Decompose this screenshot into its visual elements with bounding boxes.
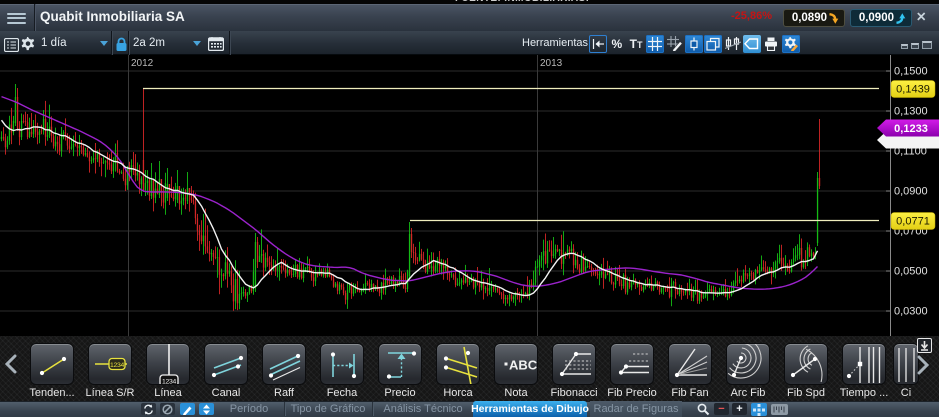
svg-text:ABC: ABC: [509, 358, 538, 373]
svg-text:1234: 1234: [162, 379, 176, 386]
svg-text:0,1439: 0,1439: [896, 84, 930, 96]
svg-text:0,1500: 0,1500: [894, 66, 928, 78]
svg-text:0,0771: 0,0771: [896, 216, 930, 228]
svg-text:1234: 1234: [110, 362, 124, 369]
svg-text:2012: 2012: [131, 58, 154, 69]
svg-text:0,0900: 0,0900: [894, 186, 928, 198]
svg-text:2013: 2013: [540, 58, 563, 69]
svg-text:0,1300: 0,1300: [894, 106, 928, 118]
svg-text:0,0500: 0,0500: [894, 266, 928, 278]
svg-text:0,1233: 0,1233: [894, 123, 928, 135]
svg-text:0,0300: 0,0300: [894, 306, 928, 318]
